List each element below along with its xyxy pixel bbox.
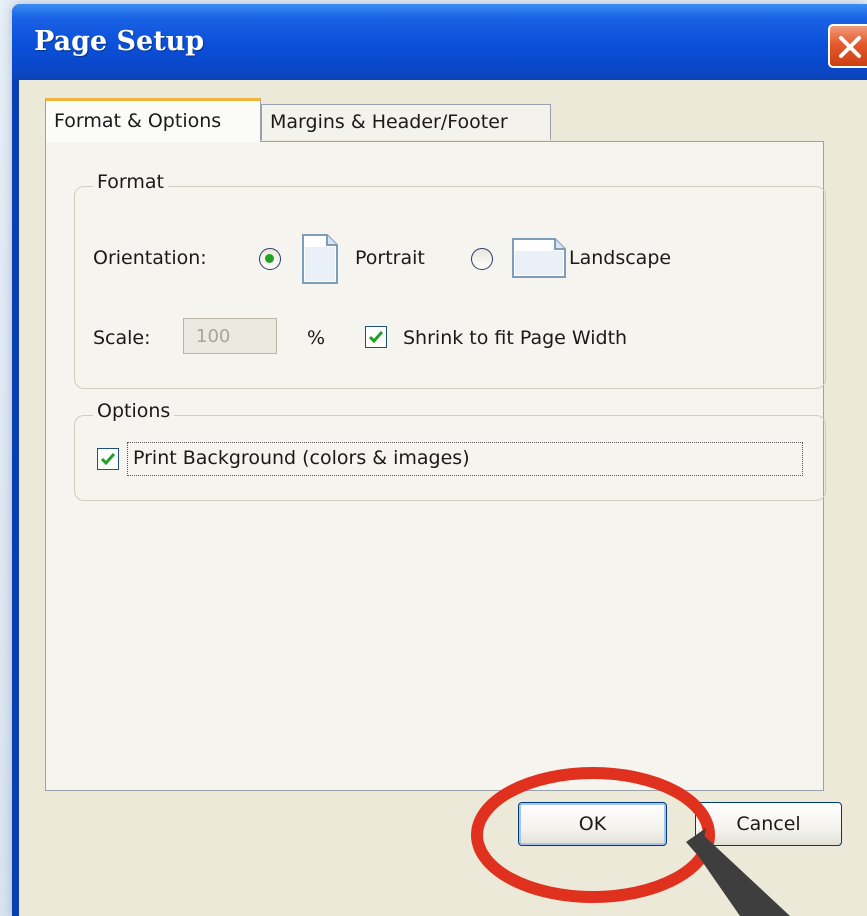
pointer-arrow [686, 828, 790, 916]
tab-format-options[interactable]: Format & Options [45, 98, 261, 142]
